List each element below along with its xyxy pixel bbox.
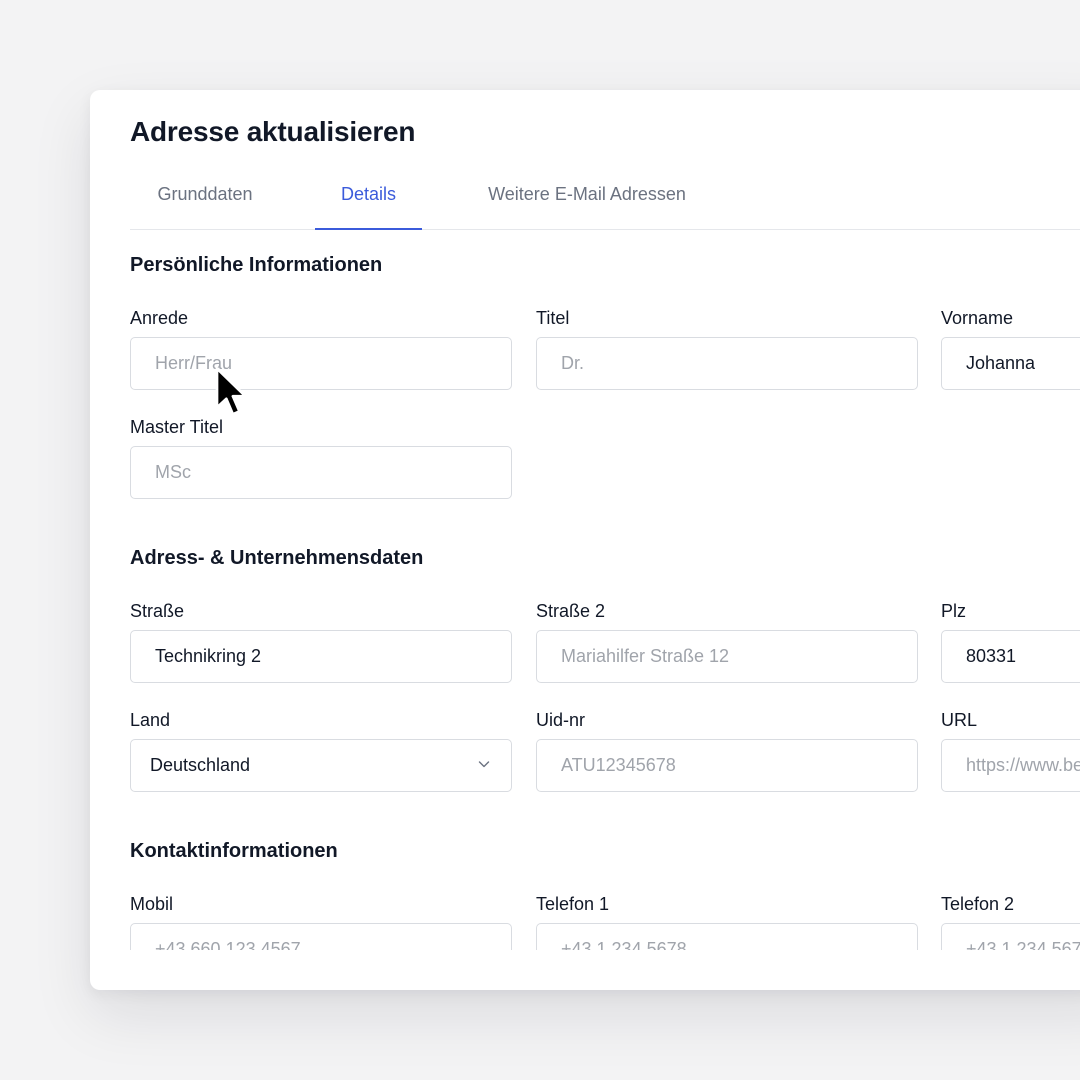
land-label: Land <box>130 710 171 730</box>
url-input[interactable] <box>941 739 1080 792</box>
master-titel-input[interactable] <box>130 446 512 499</box>
strasse-2-input[interactable] <box>536 630 918 683</box>
plz-input[interactable] <box>941 630 1080 683</box>
field-anrede: Anrede <box>130 306 512 390</box>
field-strasse: Straße <box>130 599 512 683</box>
field-telefon-2: Telefon 2 <box>941 892 1080 950</box>
update-address-dialog: Adresse aktualisieren Grunddaten Details… <box>90 90 1080 990</box>
strasse-label: Straße <box>130 601 185 621</box>
tab-bar: Grunddaten Details Weitere E-Mail Adress… <box>130 170 1080 230</box>
master-titel-label: Master Titel <box>130 417 224 437</box>
url-label: URL <box>941 710 978 730</box>
telefon-2-label: Telefon 2 <box>941 894 1015 914</box>
field-telefon-1: Telefon 1 <box>536 892 918 950</box>
vorname-input[interactable] <box>941 337 1080 390</box>
mobil-label: Mobil <box>130 894 174 914</box>
uid-nr-label: Uid-nr <box>536 710 586 730</box>
plz-label: Plz <box>941 601 967 621</box>
strasse-2-label: Straße 2 <box>536 601 606 621</box>
tab-weitere-email-adressen[interactable]: Weitere E-Mail Adressen <box>457 170 717 229</box>
telefon-1-label: Telefon 1 <box>536 894 610 914</box>
vorname-label: Vorname <box>941 308 1014 328</box>
uid-nr-input[interactable] <box>536 739 918 792</box>
field-master-titel: Master Titel <box>130 415 512 499</box>
field-plz: Plz <box>941 599 1080 683</box>
section-title-contact: Kontaktinformationen <box>130 840 338 862</box>
anrede-input[interactable] <box>130 337 512 390</box>
chevron-down-icon <box>478 761 490 768</box>
dialog-content: Adresse aktualisieren Grunddaten Details… <box>90 90 1080 950</box>
mobil-input[interactable] <box>130 923 512 950</box>
telefon-2-input[interactable] <box>941 923 1080 950</box>
land-select-value: Deutschland <box>150 755 251 775</box>
section-title-personal: Persönliche Informationen <box>130 254 383 276</box>
dialog-title: Adresse aktualisieren <box>130 116 416 147</box>
land-select[interactable]: Deutschland <box>130 739 512 792</box>
field-titel: Titel <box>536 306 918 390</box>
strasse-input[interactable] <box>130 630 512 683</box>
field-land: Land Deutschland <box>130 708 512 792</box>
titel-label: Titel <box>536 308 570 328</box>
tab-details[interactable]: Details <box>315 170 422 230</box>
field-mobil: Mobil <box>130 892 512 950</box>
field-strasse-2: Straße 2 <box>536 599 918 683</box>
tab-grunddaten[interactable]: Grunddaten <box>130 170 280 229</box>
anrede-label: Anrede <box>130 308 189 328</box>
telefon-1-input[interactable] <box>536 923 918 950</box>
field-uid-nr: Uid-nr <box>536 708 918 792</box>
titel-input[interactable] <box>536 337 918 390</box>
section-title-address: Adress- & Unternehmensdaten <box>130 547 424 569</box>
field-vorname: Vorname <box>941 306 1080 390</box>
field-url: URL <box>941 708 1080 792</box>
